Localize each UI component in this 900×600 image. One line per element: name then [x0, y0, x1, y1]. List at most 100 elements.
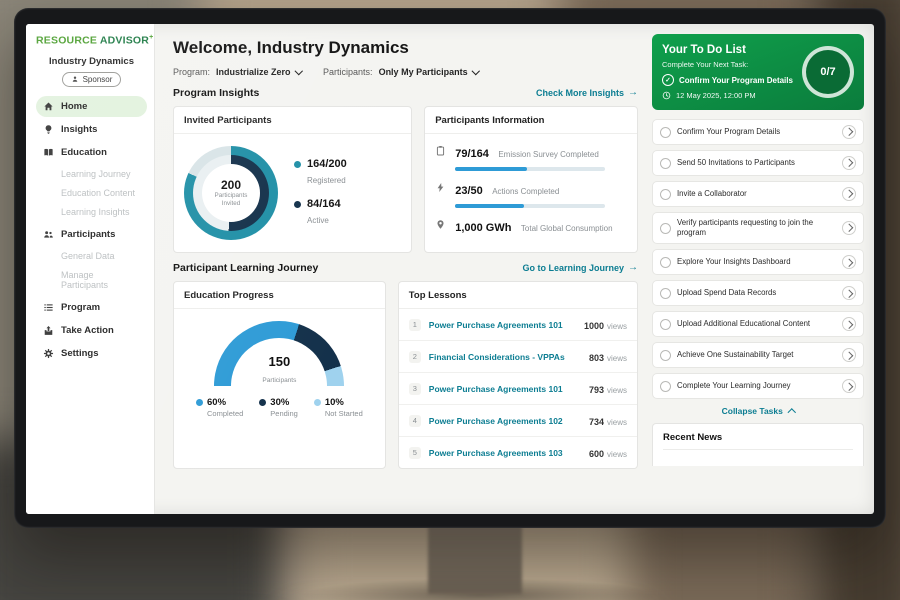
- lesson-link[interactable]: Power Purchase Agreements 103: [429, 448, 581, 458]
- task-item[interactable]: Send 50 Invitations to Participants: [652, 150, 864, 176]
- task-item[interactable]: Invite a Collaborator: [652, 181, 864, 207]
- collapse-tasks-button[interactable]: Collapse Tasks: [652, 406, 864, 416]
- task-item[interactable]: Complete Your Learning Journey: [652, 373, 864, 399]
- task-checkbox[interactable]: [660, 319, 671, 330]
- todo-summary-card: Your To Do List Complete Your Next Task:…: [652, 34, 864, 110]
- legend-dot: [196, 399, 203, 406]
- legend-value: 164/200: [307, 158, 347, 170]
- task-checkbox[interactable]: [660, 127, 671, 138]
- chevron-right-icon[interactable]: [842, 286, 856, 300]
- task-checkbox[interactable]: [660, 189, 671, 200]
- task-label: Explore Your Insights Dashboard: [677, 257, 836, 267]
- recent-news-title: Recent News: [663, 432, 853, 450]
- lesson-row[interactable]: 3 Power Purchase Agreements 101 793views: [399, 373, 637, 405]
- chevron-right-icon[interactable]: [842, 156, 856, 170]
- lesson-rank: 5: [409, 447, 421, 459]
- chevron-right-icon[interactable]: [842, 317, 856, 331]
- donut-center-label: Participants Invited: [209, 192, 253, 207]
- stat-global-consumption: 1,000 GWh Total Global Consumption: [435, 218, 627, 236]
- task-item[interactable]: Upload Spend Data Records: [652, 280, 864, 306]
- lesson-views: 1000views: [584, 316, 627, 334]
- logo-plus: +: [149, 34, 153, 41]
- main-content: Welcome, Industry Dynamics Program: Indu…: [155, 24, 652, 514]
- task-item[interactable]: Upload Additional Educational Content: [652, 311, 864, 337]
- sidebar-item-learning-insights[interactable]: Learning Insights: [36, 203, 147, 222]
- donut-center: 200 Participants Invited: [202, 164, 260, 222]
- lesson-link[interactable]: Power Purchase Agreements 101: [429, 384, 581, 394]
- donut-legend: 164/200 Registered 84/164 Active: [294, 158, 347, 228]
- sidebar-item-general-data[interactable]: General Data: [36, 247, 147, 266]
- participants-information-body: 79/164 Emission Survey Completed 23/50 A…: [425, 134, 637, 248]
- legend-value: 84/164: [307, 198, 341, 210]
- card-title: Top Lessons: [399, 282, 637, 309]
- lesson-rank: 1: [409, 319, 421, 331]
- chevron-right-icon[interactable]: [842, 348, 856, 362]
- clock-icon: [662, 91, 671, 100]
- sidebar-item-education-content[interactable]: Education Content: [36, 184, 147, 203]
- action-box-icon: [43, 325, 54, 336]
- chevron-right-icon[interactable]: [842, 379, 856, 393]
- sidebar-item-education[interactable]: Education: [36, 142, 147, 163]
- lesson-row[interactable]: 4 Power Purchase Agreements 102 734views: [399, 405, 637, 437]
- task-checkbox[interactable]: [660, 257, 671, 268]
- lesson-views: 600views: [589, 444, 627, 462]
- lesson-row[interactable]: 1 Power Purchase Agreements 101 1000view…: [399, 309, 637, 341]
- lesson-views: 803views: [589, 348, 627, 366]
- list-icon: [43, 302, 54, 313]
- todo-next-task-label: Confirm Your Program Details: [679, 76, 793, 85]
- app-logo: RESOURCE ADVISOR+: [36, 34, 147, 47]
- lesson-row[interactable]: 2 Financial Considerations - VPPAs 803vi…: [399, 341, 637, 373]
- sidebar-item-program[interactable]: Program: [36, 297, 147, 318]
- sidebar-item-insights[interactable]: Insights: [36, 119, 147, 140]
- task-label: Verify participants requesting to join t…: [677, 218, 836, 238]
- lesson-link[interactable]: Power Purchase Agreements 101: [429, 320, 576, 330]
- legend-label: Registered: [307, 176, 346, 185]
- sidebar-item-take-action[interactable]: Take Action: [36, 320, 147, 341]
- arrow-right-icon: →: [628, 88, 638, 98]
- collapse-tasks-label: Collapse Tasks: [722, 406, 783, 416]
- task-checkbox[interactable]: [660, 350, 671, 361]
- lesson-row[interactable]: 5 Power Purchase Agreements 103 600views: [399, 437, 637, 468]
- lesson-link[interactable]: Power Purchase Agreements 102: [429, 416, 581, 426]
- sidebar-item-learning-journey[interactable]: Learning Journey: [36, 165, 147, 184]
- stat-value: 23/50: [455, 185, 483, 197]
- donut-inner-ring: 200 Participants Invited: [193, 155, 269, 231]
- participants-information-card: Participants Information 79/164 Emission…: [424, 106, 638, 253]
- task-item[interactable]: Explore Your Insights Dashboard: [652, 249, 864, 275]
- task-checkbox[interactable]: [660, 288, 671, 299]
- gauge-legend: 60% Completed 30% Pending 10% Not Starte…: [196, 397, 363, 418]
- chevron-right-icon[interactable]: [842, 125, 856, 139]
- task-label: Complete Your Learning Journey: [677, 381, 836, 391]
- sidebar-item-home[interactable]: Home: [36, 96, 147, 117]
- lightning-icon: [435, 181, 447, 208]
- sidebar-item-manage-participants[interactable]: Manage Participants: [36, 266, 147, 295]
- sidebar-item-settings[interactable]: Settings: [36, 343, 147, 364]
- chevron-right-icon[interactable]: [842, 187, 856, 201]
- task-item[interactable]: Verify participants requesting to join t…: [652, 212, 864, 244]
- participants-select[interactable]: Only My Participants: [379, 67, 479, 77]
- lesson-rank: 4: [409, 415, 421, 427]
- sidebar-item-participants[interactable]: Participants: [36, 224, 147, 245]
- chevron-right-icon[interactable]: [842, 255, 856, 269]
- task-label: Invite a Collaborator: [677, 189, 836, 199]
- program-select[interactable]: Industrialize Zero: [216, 67, 301, 77]
- sidebar-item-label: Insights: [61, 124, 97, 135]
- task-item[interactable]: Achieve One Sustainability Target: [652, 342, 864, 368]
- participants-select-value: Only My Participants: [379, 67, 468, 77]
- lesson-views: 734views: [589, 412, 627, 430]
- task-checkbox[interactable]: [660, 158, 671, 169]
- clipboard-icon: [435, 144, 447, 171]
- todo-next-task: ✓ Confirm Your Program Details: [662, 74, 793, 86]
- task-checkbox[interactable]: [660, 223, 671, 234]
- filter-bar: Program: Industrialize Zero Participants…: [173, 67, 638, 77]
- task-item[interactable]: Confirm Your Program Details: [652, 119, 864, 145]
- lesson-link[interactable]: Financial Considerations - VPPAs: [429, 352, 581, 362]
- go-to-learning-journey-link[interactable]: Go to Learning Journey →: [522, 263, 638, 273]
- chevron-right-icon[interactable]: [842, 221, 856, 235]
- task-checkbox[interactable]: [660, 381, 671, 392]
- legend-value: 10%: [325, 397, 344, 408]
- check-more-insights-link[interactable]: Check More Insights →: [536, 88, 638, 98]
- stat-label: Actions Completed: [492, 187, 559, 196]
- task-label: Send 50 Invitations to Participants: [677, 158, 836, 168]
- gauge-center-value: 150: [214, 355, 344, 369]
